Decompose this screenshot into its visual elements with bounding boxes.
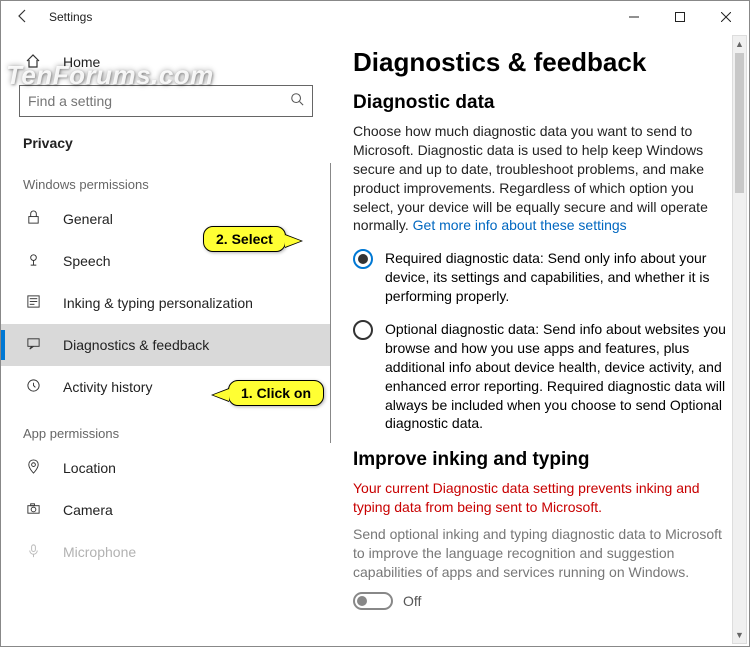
- speech-icon: [23, 252, 43, 270]
- sidebar: Home Privacy Windows permissions General…: [1, 33, 331, 646]
- titlebar: Settings: [1, 1, 749, 33]
- window-title: Settings: [45, 10, 92, 24]
- home-label: Home: [63, 54, 100, 70]
- sidebar-item-inking[interactable]: Inking & typing personalization: [1, 282, 331, 324]
- inking-toggle-label: Off: [403, 593, 421, 609]
- scroll-down-icon[interactable]: ▼: [733, 627, 746, 643]
- group-windows-permissions: Windows permissions: [1, 159, 331, 198]
- minimize-button[interactable]: [611, 1, 657, 33]
- sidebar-item-microphone[interactable]: Microphone: [1, 531, 331, 573]
- radio-optional-label: Optional diagnostic data: Send info abou…: [385, 320, 729, 433]
- sidebar-item-diagnostics[interactable]: Diagnostics & feedback: [1, 324, 331, 366]
- inking-toggle[interactable]: [353, 592, 393, 610]
- camera-icon: [23, 501, 43, 519]
- radio-required-label: Required diagnostic data: Send only info…: [385, 249, 729, 306]
- close-button[interactable]: [703, 1, 749, 33]
- scroll-thumb[interactable]: [735, 53, 744, 193]
- nav-label: Camera: [63, 502, 113, 518]
- home-icon: [23, 53, 43, 72]
- feedback-icon: [23, 336, 43, 354]
- radio-required-circle[interactable]: [353, 249, 373, 269]
- inking-toggle-row: Off: [353, 592, 729, 610]
- category-header: Privacy: [1, 127, 331, 159]
- page-title: Diagnostics & feedback: [353, 47, 729, 78]
- more-info-link[interactable]: Get more info about these settings: [413, 217, 627, 233]
- location-icon: [23, 459, 43, 477]
- nav-label: Microphone: [63, 544, 136, 560]
- history-icon: [23, 378, 43, 396]
- mic-icon: [23, 543, 43, 561]
- inking-desc: Send optional inking and typing diagnost…: [353, 525, 729, 582]
- callout-click-on: 1. Click on: [228, 380, 324, 406]
- radio-optional[interactable]: Optional diagnostic data: Send info abou…: [353, 320, 729, 433]
- inking-warning: Your current Diagnostic data setting pre…: [353, 479, 729, 517]
- search-box[interactable]: [19, 85, 313, 117]
- window-controls: [611, 1, 749, 33]
- sidebar-item-camera[interactable]: Camera: [1, 489, 331, 531]
- search-input[interactable]: [28, 93, 290, 109]
- search-icon: [290, 92, 304, 111]
- maximize-button[interactable]: [657, 1, 703, 33]
- sidebar-item-location[interactable]: Location: [1, 447, 331, 489]
- diagnostic-desc: Choose how much diagnostic data you want…: [353, 122, 729, 235]
- lock-icon: [23, 210, 43, 228]
- nav-label: Location: [63, 460, 116, 476]
- nav-label: Diagnostics & feedback: [63, 337, 209, 353]
- main-panel: Diagnostics & feedback Diagnostic data C…: [331, 33, 749, 646]
- radio-optional-circle[interactable]: [353, 320, 373, 340]
- nav-label: Activity history: [63, 379, 152, 395]
- nav-label: Speech: [63, 253, 110, 269]
- nav-label: Inking & typing personalization: [63, 295, 253, 311]
- section-diagnostic-data: Diagnostic data: [353, 92, 729, 114]
- group-app-permissions: App permissions: [1, 408, 331, 447]
- inking-icon: [23, 294, 43, 312]
- back-button[interactable]: [1, 8, 45, 27]
- scroll-up-icon[interactable]: ▲: [733, 36, 746, 52]
- section-inking: Improve inking and typing: [353, 449, 729, 471]
- nav-label: General: [63, 211, 113, 227]
- home-nav[interactable]: Home: [1, 43, 331, 81]
- scrollbar[interactable]: ▲ ▼: [732, 35, 747, 644]
- radio-required[interactable]: Required diagnostic data: Send only info…: [353, 249, 729, 306]
- callout-select: 2. Select: [203, 226, 286, 252]
